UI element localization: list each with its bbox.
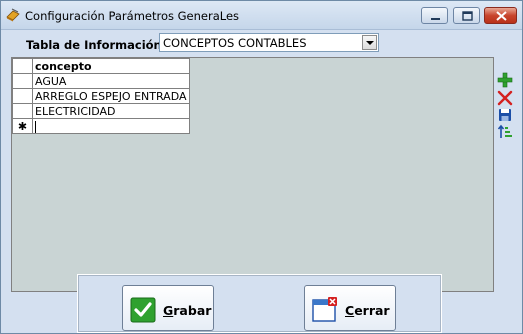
maximize-button[interactable] — [453, 7, 480, 24]
close-window-icon — [312, 297, 337, 322]
maximize-icon — [462, 11, 473, 21]
minimize-icon — [431, 18, 440, 20]
grid-header-row: concepto — [12, 58, 190, 74]
tabla-label: Tabla de Información: — [26, 38, 167, 52]
new-row-cell[interactable] — [32, 118, 190, 134]
checkmark-icon — [130, 297, 156, 323]
table-row[interactable]: ARREGLO ESPEJO ENTRADA — [12, 88, 190, 104]
cerrar-label: Cerrar — [345, 303, 390, 318]
grid-cell[interactable]: ELECTRICIDAD — [32, 103, 190, 119]
row-selector-header[interactable] — [12, 58, 33, 74]
column-header-concepto[interactable]: concepto — [32, 58, 190, 74]
grid-table: concepto AGUA ARREGLO ESPEJO ENTRADA ELE… — [12, 58, 190, 134]
grid-cell[interactable]: AGUA — [32, 73, 190, 89]
window-content: Tabla de Información: CONCEPTOS CONTABLE… — [1, 30, 522, 333]
row-selector[interactable] — [12, 103, 33, 119]
new-row-marker: ✱ — [12, 118, 33, 134]
table-row[interactable]: ELECTRICIDAD — [12, 103, 190, 119]
main-window: Configuración Parámetros GeneraLes Tabla… — [0, 0, 523, 334]
tabla-select[interactable]: CONCEPTOS CONTABLES — [159, 33, 379, 52]
grabar-label: Grabar — [163, 303, 212, 318]
title-bar[interactable]: Configuración Parámetros GeneraLes — [1, 1, 522, 30]
row-selector[interactable] — [12, 73, 33, 89]
new-row[interactable]: ✱ — [12, 118, 190, 134]
grabar-button[interactable]: Grabar — [122, 285, 214, 331]
chevron-down-icon — [366, 41, 374, 45]
dropdown-button[interactable] — [362, 35, 377, 50]
save-icon[interactable] — [497, 107, 513, 123]
minimize-button[interactable] — [421, 7, 448, 24]
row-selector[interactable] — [12, 88, 33, 104]
close-icon — [496, 11, 507, 21]
tabla-select-value: CONCEPTOS CONTABLES — [163, 36, 307, 50]
delete-icon[interactable] — [497, 90, 513, 106]
text-cursor — [35, 120, 36, 133]
cerrar-button[interactable]: Cerrar — [304, 285, 396, 331]
window-title: Configuración Parámetros GeneraLes — [25, 9, 240, 23]
data-grid[interactable]: concepto AGUA ARREGLO ESPEJO ENTRADA ELE… — [11, 57, 494, 292]
add-icon[interactable] — [497, 72, 513, 88]
button-panel: Grabar Cerrar — [77, 274, 442, 333]
table-row[interactable]: AGUA — [12, 73, 190, 89]
grid-cell[interactable]: ARREGLO ESPEJO ENTRADA — [32, 88, 190, 104]
sort-icon[interactable] — [497, 124, 513, 140]
app-book-icon — [6, 8, 20, 22]
close-window-button[interactable] — [484, 7, 517, 24]
